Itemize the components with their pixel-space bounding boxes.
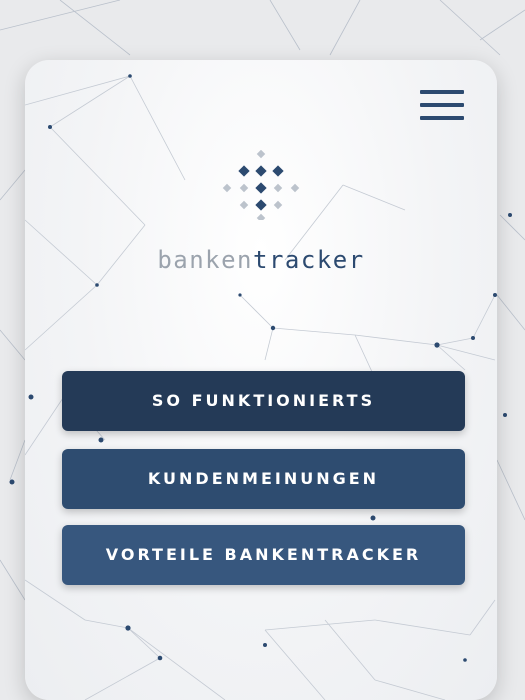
logo-diamond (256, 213, 266, 220)
logo-diamond (239, 183, 249, 193)
logo-diamond (238, 165, 250, 177)
logo-icon (222, 150, 300, 220)
so-funktionierts-button[interactable]: SO FUNKTIONIERTS (62, 371, 465, 431)
kundenmeinungen-button[interactable]: KUNDENMEINUNGEN (62, 449, 465, 509)
logo-diamond (255, 199, 267, 211)
main-card: bankentracker SO FUNKTIONIERTS KUNDENMEI… (25, 60, 497, 700)
logo-diamond (255, 165, 267, 177)
logo-diamond (255, 182, 267, 194)
logo-diamond (222, 183, 232, 193)
brand-name-part2: tracker (253, 246, 365, 274)
brand-logo-text: bankentracker (25, 246, 497, 274)
menu-bar (420, 90, 464, 94)
logo-diamond (239, 200, 249, 210)
logo-diamond (273, 183, 283, 193)
menu-bar (420, 116, 464, 120)
vorteile-bankentracker-button[interactable]: VORTEILE BANKENTRACKER (62, 525, 465, 585)
logo-diamond (273, 200, 283, 210)
brand-name-part1: banken (157, 246, 254, 274)
logo-diamond (290, 183, 300, 193)
menu-button[interactable] (418, 88, 466, 122)
menu-bar (420, 103, 464, 107)
logo-diamond (256, 150, 266, 159)
logo-diamond (272, 165, 284, 177)
